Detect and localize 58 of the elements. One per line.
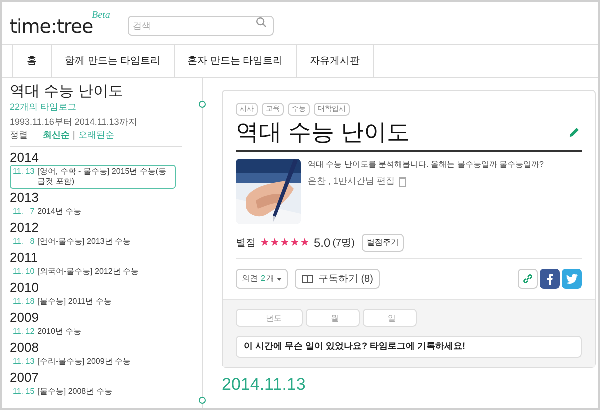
- nav-tab[interactable]: 혼자 만드는 타임트리: [174, 45, 296, 77]
- timeline-title: 역대 수능 난이도: [10, 82, 124, 101]
- description: 역대 수능 난이도를 분석해봅니다. 올해는 불수능일까 물수능일까?: [308, 159, 544, 171]
- search-field[interactable]: 검색: [128, 16, 274, 36]
- star-icon: ★: [280, 237, 290, 249]
- rating-label: 별점: [236, 236, 256, 250]
- date-input[interactable]: 년도: [236, 309, 303, 327]
- separator: |: [73, 129, 76, 142]
- search-icon: [256, 17, 267, 28]
- subscribe-button[interactable]: 구독하기 (8): [295, 269, 380, 289]
- timelog-entry[interactable]: 11. 13 [영어, 수학 - 물수능] 2015년 수능(등급컷 포함): [10, 165, 176, 189]
- caret-icon: [277, 278, 282, 280]
- star-icon: ★: [300, 237, 310, 249]
- link-button[interactable]: [518, 269, 538, 289]
- card-title: 역대 수능 난이도: [236, 118, 410, 147]
- opinions-dropdown[interactable]: 의견 2 개: [236, 269, 288, 289]
- year-heading: 2013: [10, 190, 40, 205]
- date-range: 1993.11.16부터 2014.11.13까지: [10, 116, 138, 129]
- timelog-entry[interactable]: 11. 13 [수리-불수능] 2009년 수능: [10, 355, 182, 369]
- edit-icon[interactable]: [569, 126, 580, 138]
- rate-button[interactable]: 별점주기: [362, 234, 404, 252]
- timelog-entry[interactable]: 11. 10 [외국어-물수능] 2012년 수능: [10, 265, 182, 279]
- date-input[interactable]: 일: [363, 309, 417, 327]
- nav-tab[interactable]: 자유게시판: [296, 45, 374, 77]
- timeline-marker: [199, 397, 206, 404]
- bird-icon: [566, 274, 578, 284]
- timeline-date: 2014.11.13: [222, 375, 307, 395]
- logo[interactable]: time:tree: [10, 13, 94, 42]
- facebook-icon: [547, 274, 553, 284]
- timeline-marker: [199, 101, 206, 108]
- year-heading: 2009: [10, 310, 40, 325]
- trash-icon[interactable]: [399, 176, 406, 187]
- star-icon: ★: [260, 237, 270, 249]
- facebook-button[interactable]: [540, 269, 560, 289]
- nav-tab[interactable]: 홈: [12, 45, 51, 77]
- star-icon: ★: [270, 237, 280, 249]
- rating-voters: (7명): [332, 236, 355, 250]
- year-heading: 2014: [10, 150, 40, 165]
- beta-label: Beta: [92, 9, 110, 21]
- year-heading: 2012: [10, 220, 40, 235]
- timelog-entry[interactable]: 11. 15 [물수능] 2008년 수능: [10, 385, 182, 399]
- timelog-entry[interactable]: 11. 8 [언어-물수능] 2013년 수능: [10, 235, 182, 249]
- star-icon: ★: [290, 237, 300, 249]
- year-heading: 2008: [10, 340, 40, 355]
- rating-score: 5.0: [314, 235, 331, 252]
- year-heading: 2011: [10, 250, 39, 265]
- link-icon: [523, 274, 533, 284]
- book-icon: [302, 275, 314, 283]
- timelog-entry[interactable]: 11. 12 2010년 수능: [10, 325, 182, 339]
- editor-credit: 은찬 , 1만시간님 편집: [308, 175, 396, 188]
- nav-tab[interactable]: 함께 만드는 타임트리: [51, 45, 174, 77]
- timelog-entry[interactable]: 11. 18 [불수능] 2011년 수능: [10, 295, 182, 309]
- sort-label: 정렬: [10, 129, 28, 142]
- year-heading: 2010: [10, 280, 40, 295]
- timelog-prompt-field[interactable]: 이 시간에 무슨 일이 있었나요? 타임로그에 기록하세요!: [236, 336, 582, 358]
- date-input[interactable]: 월: [306, 309, 360, 327]
- year-heading: 2007: [10, 370, 40, 385]
- timelog-entry[interactable]: 11. 7 2014년 수능: [10, 205, 182, 219]
